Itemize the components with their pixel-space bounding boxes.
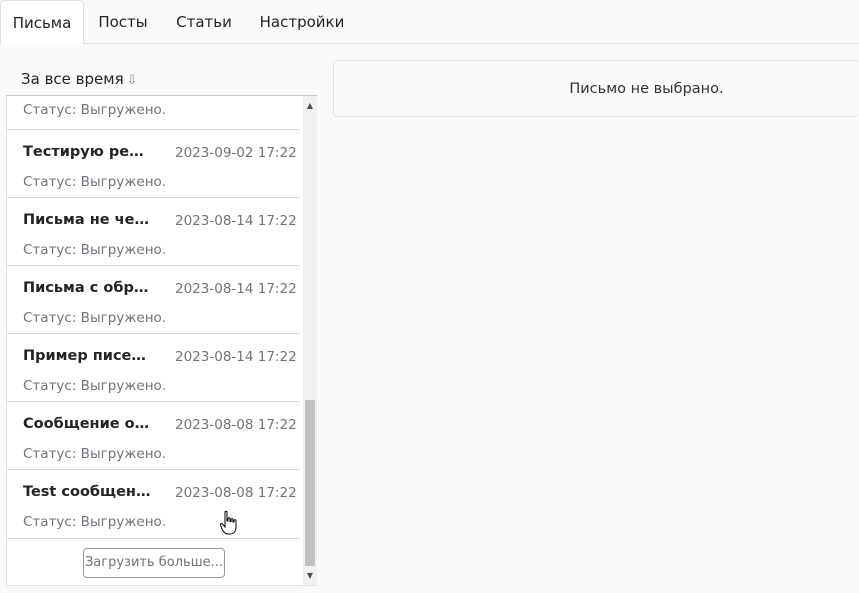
item-date: 2023-08-08 17:22 <box>175 417 297 433</box>
load-more-button[interactable]: Загрузить больше... <box>83 548 225 578</box>
item-title: Пример писем ... <box>23 348 151 364</box>
list-item[interactable]: Письма с обра... 2023-08-14 17:22 Статус… <box>7 266 300 334</box>
list-item[interactable]: Письма не чер... 2023-08-14 17:22 Статус… <box>7 198 300 266</box>
letter-preview-panel: Письмо не выбрано. <box>333 60 859 117</box>
item-date: 2023-08-14 17:22 <box>175 213 297 229</box>
item-date: 2023-08-14 17:22 <box>175 349 297 365</box>
letters-list[interactable]: Статус: Выгружено. Тестирую реги... 2023… <box>6 96 317 586</box>
down-arrow-icon[interactable]: ▼ <box>303 569 317 583</box>
tab-settings[interactable]: Настройки <box>252 0 352 45</box>
item-title: Тестирую реги... <box>23 144 151 160</box>
item-title: Test сообщения <box>23 484 151 500</box>
scrollbar-thumb[interactable] <box>305 400 315 566</box>
item-title: Письма не чер... <box>23 212 151 228</box>
tab-posts[interactable]: Посты <box>90 0 156 45</box>
tab-bar: Письма Посты Статьи Настройки <box>0 0 859 45</box>
sort-arrow-icon: ⇩ <box>126 73 138 88</box>
item-status: Статус: Выгружено. <box>23 102 167 118</box>
tab-letters[interactable]: Письма <box>0 0 84 45</box>
hand-pointer-icon <box>219 510 237 535</box>
list-item[interactable]: Тестирую реги... 2023-09-02 17:22 Статус… <box>7 130 300 198</box>
list-item-partial[interactable]: Статус: Выгружено. <box>7 96 300 130</box>
sort-label: За все время <box>21 70 124 88</box>
up-arrow-icon[interactable]: ▲ <box>303 99 317 113</box>
sort-dropdown[interactable]: За все время ⇩ <box>6 62 317 96</box>
item-title: Письма с обра... <box>23 280 151 296</box>
list-item[interactable]: Сообщение от ... 2023-08-08 17:22 Статус… <box>7 402 300 470</box>
item-status: Статус: Выгружено. <box>23 514 167 530</box>
item-title: Сообщение от ... <box>23 416 151 432</box>
list-scrollbar[interactable]: ▲ ▼ <box>303 96 317 585</box>
item-status: Статус: Выгружено. <box>23 378 167 394</box>
item-date: 2023-08-08 17:22 <box>175 485 297 501</box>
preview-empty-text: Письмо не выбрано. <box>569 81 724 97</box>
item-status: Статус: Выгружено. <box>23 310 167 326</box>
list-item[interactable]: Пример писем ... 2023-08-14 17:22 Статус… <box>7 334 300 402</box>
list-item[interactable]: Test сообщения 2023-08-08 17:22 Статус: … <box>7 470 300 539</box>
item-status: Статус: Выгружено. <box>23 174 167 190</box>
item-date: 2023-08-14 17:22 <box>175 281 297 297</box>
item-status: Статус: Выгружено. <box>23 242 167 258</box>
item-status: Статус: Выгружено. <box>23 446 167 462</box>
item-date: 2023-09-02 17:22 <box>175 145 297 161</box>
tab-articles[interactable]: Статьи <box>170 0 238 45</box>
